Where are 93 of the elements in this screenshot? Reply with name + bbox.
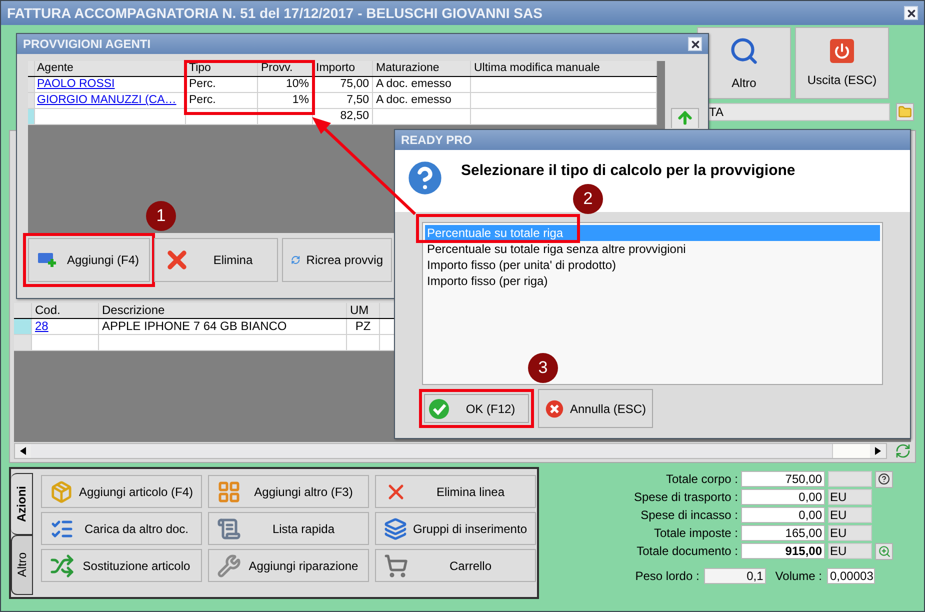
scroll-left-icon[interactable] bbox=[20, 447, 26, 455]
list-option[interactable]: Importo fisso (per riga) bbox=[425, 273, 880, 289]
weight-label: Volume : bbox=[775, 569, 822, 583]
list-option[interactable]: Importo fisso (per unita' di prodotto) bbox=[425, 257, 880, 273]
shuffle-icon bbox=[50, 554, 74, 578]
total-label: Totale imposte : bbox=[652, 526, 738, 540]
table-cell: A doc. emesso bbox=[373, 77, 471, 92]
total-value-field: 750,00 bbox=[741, 471, 825, 487]
total-value-field: 165,00 bbox=[741, 525, 825, 541]
blank-field bbox=[828, 471, 872, 487]
close-button[interactable] bbox=[904, 6, 918, 20]
input-field[interactable]: TA bbox=[706, 103, 890, 121]
help-button[interactable] bbox=[875, 470, 893, 488]
total-label: Spese di incasso : bbox=[640, 508, 738, 522]
close-icon bbox=[690, 38, 700, 50]
action-button[interactable]: Gruppi di inserimento bbox=[375, 512, 536, 545]
action-button[interactable]: Lista rapida bbox=[208, 512, 369, 545]
table-cell: APPLE IPHONE 7 64 GB BIANCO bbox=[99, 319, 347, 334]
grid-icon bbox=[217, 480, 241, 504]
scroll-icon bbox=[217, 516, 241, 540]
table-cell: 75,00 bbox=[313, 77, 373, 92]
total-value-field: 915,00 bbox=[741, 543, 825, 559]
table-cell: 1% bbox=[258, 93, 313, 108]
scroll-left-button[interactable] bbox=[15, 444, 31, 458]
column-header: Provv. bbox=[258, 61, 313, 76]
close-button[interactable] bbox=[688, 37, 702, 51]
action-button[interactable]: Sostituzione articolo bbox=[41, 549, 202, 582]
weight-label: Peso lordo : bbox=[635, 569, 700, 583]
check-circle-icon bbox=[428, 398, 450, 420]
table-cell: 7,50 bbox=[313, 93, 373, 108]
total-value-field: 0,00 bbox=[741, 507, 825, 523]
table-cell: A doc. emesso bbox=[373, 93, 471, 108]
close-icon bbox=[906, 8, 916, 18]
column-header: Importo bbox=[313, 61, 373, 76]
agent-link[interactable]: PAOLO ROSSI bbox=[37, 78, 115, 90]
weight-field[interactable]: 0,00003 bbox=[827, 568, 875, 584]
agent-link[interactable]: GIORGIO MANUZZI (CA… bbox=[37, 94, 176, 106]
column-header: Cod. bbox=[32, 303, 99, 318]
currency-field: EU bbox=[828, 489, 872, 505]
help-icon bbox=[878, 473, 890, 485]
column-header: Descrizione bbox=[99, 303, 347, 318]
action-button[interactable]: Aggiungi altro (F3) bbox=[208, 475, 369, 508]
folder-icon bbox=[898, 105, 912, 119]
dialog-button[interactable]: Annulla (ESC) bbox=[538, 389, 653, 428]
toolbar-button[interactable]: Uscita (ESC) bbox=[795, 27, 889, 99]
total-label: Totale documento : bbox=[636, 544, 738, 558]
cart-icon bbox=[384, 554, 408, 578]
column-header: Agente bbox=[34, 61, 186, 76]
dialog-button[interactable]: Ricrea provvig bbox=[282, 238, 392, 282]
action-button[interactable]: Elimina linea bbox=[375, 475, 536, 508]
action-button[interactable]: Aggiungi riparazione bbox=[208, 549, 369, 582]
table-cell: PZ bbox=[347, 319, 380, 334]
total-label: Totale corpo : bbox=[664, 472, 738, 486]
scroll-right-button[interactable] bbox=[870, 444, 886, 458]
side-tab[interactable]: Azioni bbox=[11, 473, 33, 535]
table-cell: 10% bbox=[258, 77, 313, 92]
column-header: Tipo bbox=[186, 61, 258, 76]
currency-field: EU bbox=[828, 543, 872, 559]
refresh-icon[interactable] bbox=[895, 443, 911, 459]
window-title: FATTURA ACCOMPAGNATORIA N. 51 del 17/12/2017 - BELUSCHI GIOVANNI SAS bbox=[7, 5, 542, 21]
search-icon bbox=[729, 36, 759, 66]
scroll-right-icon[interactable] bbox=[875, 447, 881, 455]
wrench-icon bbox=[217, 554, 241, 578]
code-link[interactable]: 28 bbox=[35, 319, 48, 333]
zoom-button[interactable] bbox=[875, 542, 893, 560]
action-button[interactable]: Carica da altro doc. bbox=[41, 512, 202, 545]
dialog-button[interactable]: Elimina bbox=[154, 238, 278, 282]
scroll-thumb[interactable] bbox=[832, 444, 870, 458]
zoom-in-icon bbox=[878, 544, 890, 558]
total-value-field: 0,00 bbox=[741, 489, 825, 505]
list-option[interactable]: Percentuale su totale riga senza altre provvigioni bbox=[425, 241, 880, 257]
currency-field: EU bbox=[828, 507, 872, 523]
side-tab[interactable]: Altro bbox=[11, 535, 33, 595]
dialog-title: READY PRO bbox=[401, 133, 472, 147]
dialog-title: PROVVIGIONI AGENTI bbox=[23, 37, 151, 51]
window-plus-icon bbox=[37, 251, 59, 269]
action-button[interactable]: Carrello bbox=[375, 549, 536, 582]
table-cell: Perc. bbox=[186, 77, 258, 92]
horizontal-scrollbar[interactable] bbox=[14, 443, 887, 459]
column-header: UM bbox=[347, 303, 380, 318]
package-icon bbox=[50, 480, 73, 504]
layers-icon bbox=[384, 516, 407, 540]
weight-field[interactable]: 0,1 bbox=[704, 568, 766, 584]
currency-field: EU bbox=[828, 525, 872, 541]
cross-circle-icon bbox=[545, 398, 564, 420]
power-icon bbox=[830, 39, 854, 63]
table-cell: Perc. bbox=[186, 93, 258, 108]
action-button[interactable]: Aggiungi articolo (F4) bbox=[41, 475, 202, 508]
column-header: Maturazione bbox=[373, 61, 471, 76]
column-header: Ultima modifica manuale bbox=[471, 61, 657, 76]
total-label: Spese di trasporto : bbox=[634, 490, 738, 504]
dialog-question: Selezionare il tipo di calcolo per la provvigione bbox=[461, 161, 796, 179]
dialog-button[interactable]: OK (F12) bbox=[419, 389, 534, 428]
